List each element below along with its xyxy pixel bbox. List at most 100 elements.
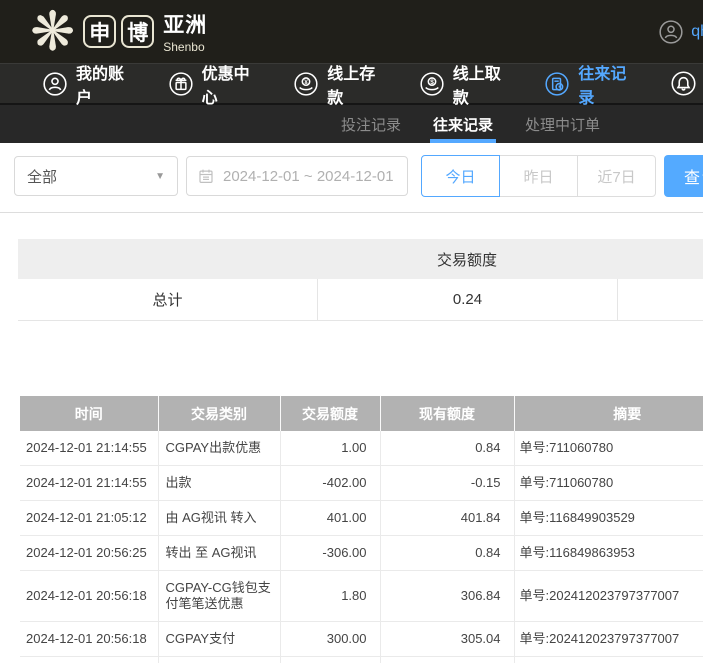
table-row: 2024-12-01 21:14:55 CGPAY出款优惠 1.00 0.84 … <box>20 431 703 466</box>
nav-label: 我的账户 <box>76 60 135 108</box>
date-range-value: 2024-12-01 ~ 2024-12-01 <box>223 168 394 185</box>
calendar-icon <box>197 167 215 185</box>
divider <box>0 212 703 213</box>
user-chip[interactable]: qh <box>658 19 703 45</box>
nav-item-records[interactable]: 往来记录 <box>544 60 637 108</box>
col-header-type: 交易类别 <box>158 396 280 431</box>
sub-nav: 投注记录 往来记录 处理中订单 <box>0 103 703 143</box>
col-header-memo: 摘要 <box>514 396 703 431</box>
summary-total-row: 总计 0.24 <box>18 279 703 321</box>
logo-char-bo: 博 <box>121 15 154 48</box>
nav-item-promotions[interactable]: 优惠中心 <box>168 60 261 108</box>
logo-char-shen: 申 <box>83 15 116 48</box>
table-row-partial <box>20 657 703 663</box>
nav-item-my-account[interactable]: 我的账户 <box>42 60 135 108</box>
cell-amount: 1.00 <box>280 431 380 466</box>
withdraw-icon: $ <box>419 71 445 97</box>
page: ❋ 申 博 亚洲 Shenbo qh 我的账户 优惠中心 <box>0 0 703 663</box>
cell-balance: 401.84 <box>380 501 514 536</box>
today-button[interactable]: 今日 <box>421 155 500 197</box>
nav-label: 线上取款 <box>453 60 512 108</box>
tab-pending-orders[interactable]: 处理中订单 <box>522 105 603 143</box>
table-row: 2024-12-01 20:56:18 CGPAY支付 300.00 305.0… <box>20 622 703 657</box>
nav-item-withdraw[interactable]: $ 线上取款 <box>419 60 512 108</box>
cell-balance: -0.15 <box>380 466 514 501</box>
logo-region-cn: 亚洲 <box>163 9 207 39</box>
account-icon <box>42 71 68 97</box>
notifications-button[interactable] <box>670 70 697 97</box>
cell-time: 2024-12-01 21:14:55 <box>20 431 158 466</box>
chevron-down-icon: ▼ <box>155 171 165 182</box>
cell-type: 转出 至 AG视讯 <box>158 536 280 571</box>
col-header-amount: 交易额度 <box>280 396 380 431</box>
cell-type: 由 AG视讯 转入 <box>158 501 280 536</box>
username: qh <box>691 23 703 41</box>
top-header: ❋ 申 博 亚洲 Shenbo qh <box>0 0 703 63</box>
summary-table: 交易额度 总计 0.24 <box>18 239 703 321</box>
cell-time: 2024-12-01 20:56:25 <box>20 536 158 571</box>
cell-time: 2024-12-01 21:05:12 <box>20 501 158 536</box>
type-select-value: 全部 <box>27 166 57 187</box>
main-nav: 我的账户 优惠中心 ¥ 线上存款 $ 线上取款 <box>0 63 703 103</box>
flower-logo-icon: ❋ <box>30 5 75 59</box>
promotions-icon <box>168 71 194 97</box>
nav-label: 线上存款 <box>327 60 386 108</box>
summary-header-amount: 交易额度 <box>317 249 617 270</box>
table-row: 2024-12-01 21:14:55 出款 -402.00 -0.15 单号:… <box>20 466 703 501</box>
summary-header-row: 交易额度 <box>18 239 703 279</box>
nav-label: 优惠中心 <box>202 60 261 108</box>
cell-amount: 401.00 <box>280 501 380 536</box>
svg-text:¥: ¥ <box>304 78 308 85</box>
nav-label: 往来记录 <box>578 60 637 108</box>
cell-memo: 单号:202412023797377007 <box>514 571 703 622</box>
cell-memo: 单号:116849863953 <box>514 536 703 571</box>
quick-range-group: 今日 昨日 近7日 <box>421 155 656 197</box>
tab-label: 投注记录 <box>341 114 401 135</box>
search-button[interactable]: 查询 <box>664 155 703 197</box>
cell-memo: 单号:202412023797377007 <box>514 622 703 657</box>
logo-region-en: Shenbo <box>163 40 207 54</box>
nav-item-deposit[interactable]: ¥ 线上存款 <box>293 60 386 108</box>
tab-bet-records[interactable]: 投注记录 <box>338 105 404 143</box>
logo-region: 亚洲 Shenbo <box>163 9 207 54</box>
summary-total-value: 0.24 <box>317 279 617 320</box>
transactions-table: 时间 交易类别 交易额度 现有额度 摘要 2024-12-01 21:14:55… <box>20 396 703 663</box>
cell-balance: 305.04 <box>380 622 514 657</box>
cell-type: CGPAY支付 <box>158 622 280 657</box>
cell-amount: 1.80 <box>280 571 380 622</box>
cell-memo: 单号:711060780 <box>514 466 703 501</box>
deposit-icon: ¥ <box>293 71 319 97</box>
cell-time: 2024-12-01 20:56:18 <box>20 622 158 657</box>
summary-total-label: 总计 <box>18 289 317 310</box>
cell-time: 2024-12-01 20:56:18 <box>20 571 158 622</box>
summary-total-empty <box>617 279 703 320</box>
cell-amount: 300.00 <box>280 622 380 657</box>
table-row: 2024-12-01 21:05:12 由 AG视讯 转入 401.00 401… <box>20 501 703 536</box>
cell-balance: 306.84 <box>380 571 514 622</box>
yesterday-button[interactable]: 昨日 <box>499 155 578 197</box>
cell-memo: 单号:116849903529 <box>514 501 703 536</box>
cell-amount: -306.00 <box>280 536 380 571</box>
tab-transaction-records[interactable]: 往来记录 <box>430 105 496 143</box>
cell-memo: 单号:711060780 <box>514 431 703 466</box>
date-range-input[interactable]: 2024-12-01 ~ 2024-12-01 <box>186 156 408 196</box>
tab-label: 处理中订单 <box>525 114 600 135</box>
svg-text:$: $ <box>430 78 434 85</box>
last7days-button[interactable]: 近7日 <box>577 155 656 197</box>
cell-time: 2024-12-01 21:14:55 <box>20 466 158 501</box>
cell-type: CGPAY出款优惠 <box>158 431 280 466</box>
col-header-balance: 现有额度 <box>380 396 514 431</box>
records-icon <box>544 71 570 97</box>
bell-icon <box>670 70 697 97</box>
table-row: 2024-12-01 20:56:18 CGPAY-CG钱包支付笔笔送优惠 1.… <box>20 571 703 622</box>
cell-balance: 0.84 <box>380 536 514 571</box>
cell-type: CGPAY-CG钱包支付笔笔送优惠 <box>158 571 280 622</box>
filter-bar: 全部 ▼ 2024-12-01 ~ 2024-12-01 今日 昨日 近7日 查… <box>14 155 703 197</box>
table-header-row: 时间 交易类别 交易额度 现有额度 摘要 <box>20 396 703 431</box>
cell-balance: 0.84 <box>380 431 514 466</box>
type-select[interactable]: 全部 ▼ <box>14 156 178 196</box>
user-avatar-icon <box>658 19 684 45</box>
table-row: 2024-12-01 20:56:25 转出 至 AG视讯 -306.00 0.… <box>20 536 703 571</box>
cell-type: 出款 <box>158 466 280 501</box>
col-header-time: 时间 <box>20 396 158 431</box>
